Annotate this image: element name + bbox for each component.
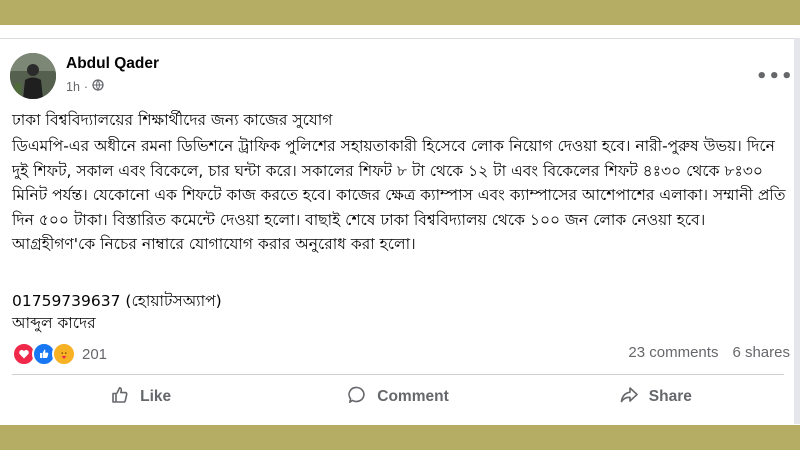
- divider: [12, 374, 784, 375]
- reactions-summary[interactable]: 201: [12, 342, 107, 366]
- like-label: Like: [140, 388, 172, 405]
- post-time[interactable]: 1h: [66, 80, 80, 94]
- avatar[interactable]: [10, 53, 56, 99]
- comment-icon: [347, 385, 367, 410]
- comment-count[interactable]: 23 comments: [628, 344, 718, 361]
- post-signature: আব্দুল কাদের: [12, 314, 96, 332]
- comment-button[interactable]: Comment: [269, 376, 526, 418]
- globe-icon: [92, 79, 104, 94]
- share-icon: [619, 385, 639, 410]
- share-count[interactable]: 6 shares: [732, 344, 790, 361]
- like-button[interactable]: Like: [12, 376, 269, 418]
- post-title: ঢাকা বিশ্ববিদ্যালয়ের শিক্ষার্থীদের জন্য…: [12, 111, 333, 129]
- post-body: ডিএমপি-এর অধীনে রমনা ডিভিশনে ট্রাফিক পুল…: [12, 137, 786, 253]
- post-stats: 23 comments 6 shares: [628, 344, 790, 361]
- post-meta: 1h ·: [66, 79, 104, 94]
- care-reaction-icon: [52, 342, 76, 366]
- share-label: Share: [648, 388, 692, 405]
- post-actions: Like Comment Share: [12, 376, 784, 418]
- comment-label: Comment: [377, 388, 449, 405]
- scrollbar[interactable]: [794, 38, 800, 424]
- like-icon: [110, 385, 130, 410]
- more-icon[interactable]: •••: [756, 66, 794, 87]
- bottom-background-band: [0, 425, 800, 450]
- top-background-band: [0, 0, 800, 25]
- share-button[interactable]: Share: [527, 376, 784, 418]
- author-name[interactable]: Abdul Qader: [66, 55, 159, 73]
- reaction-count: 201: [82, 345, 108, 363]
